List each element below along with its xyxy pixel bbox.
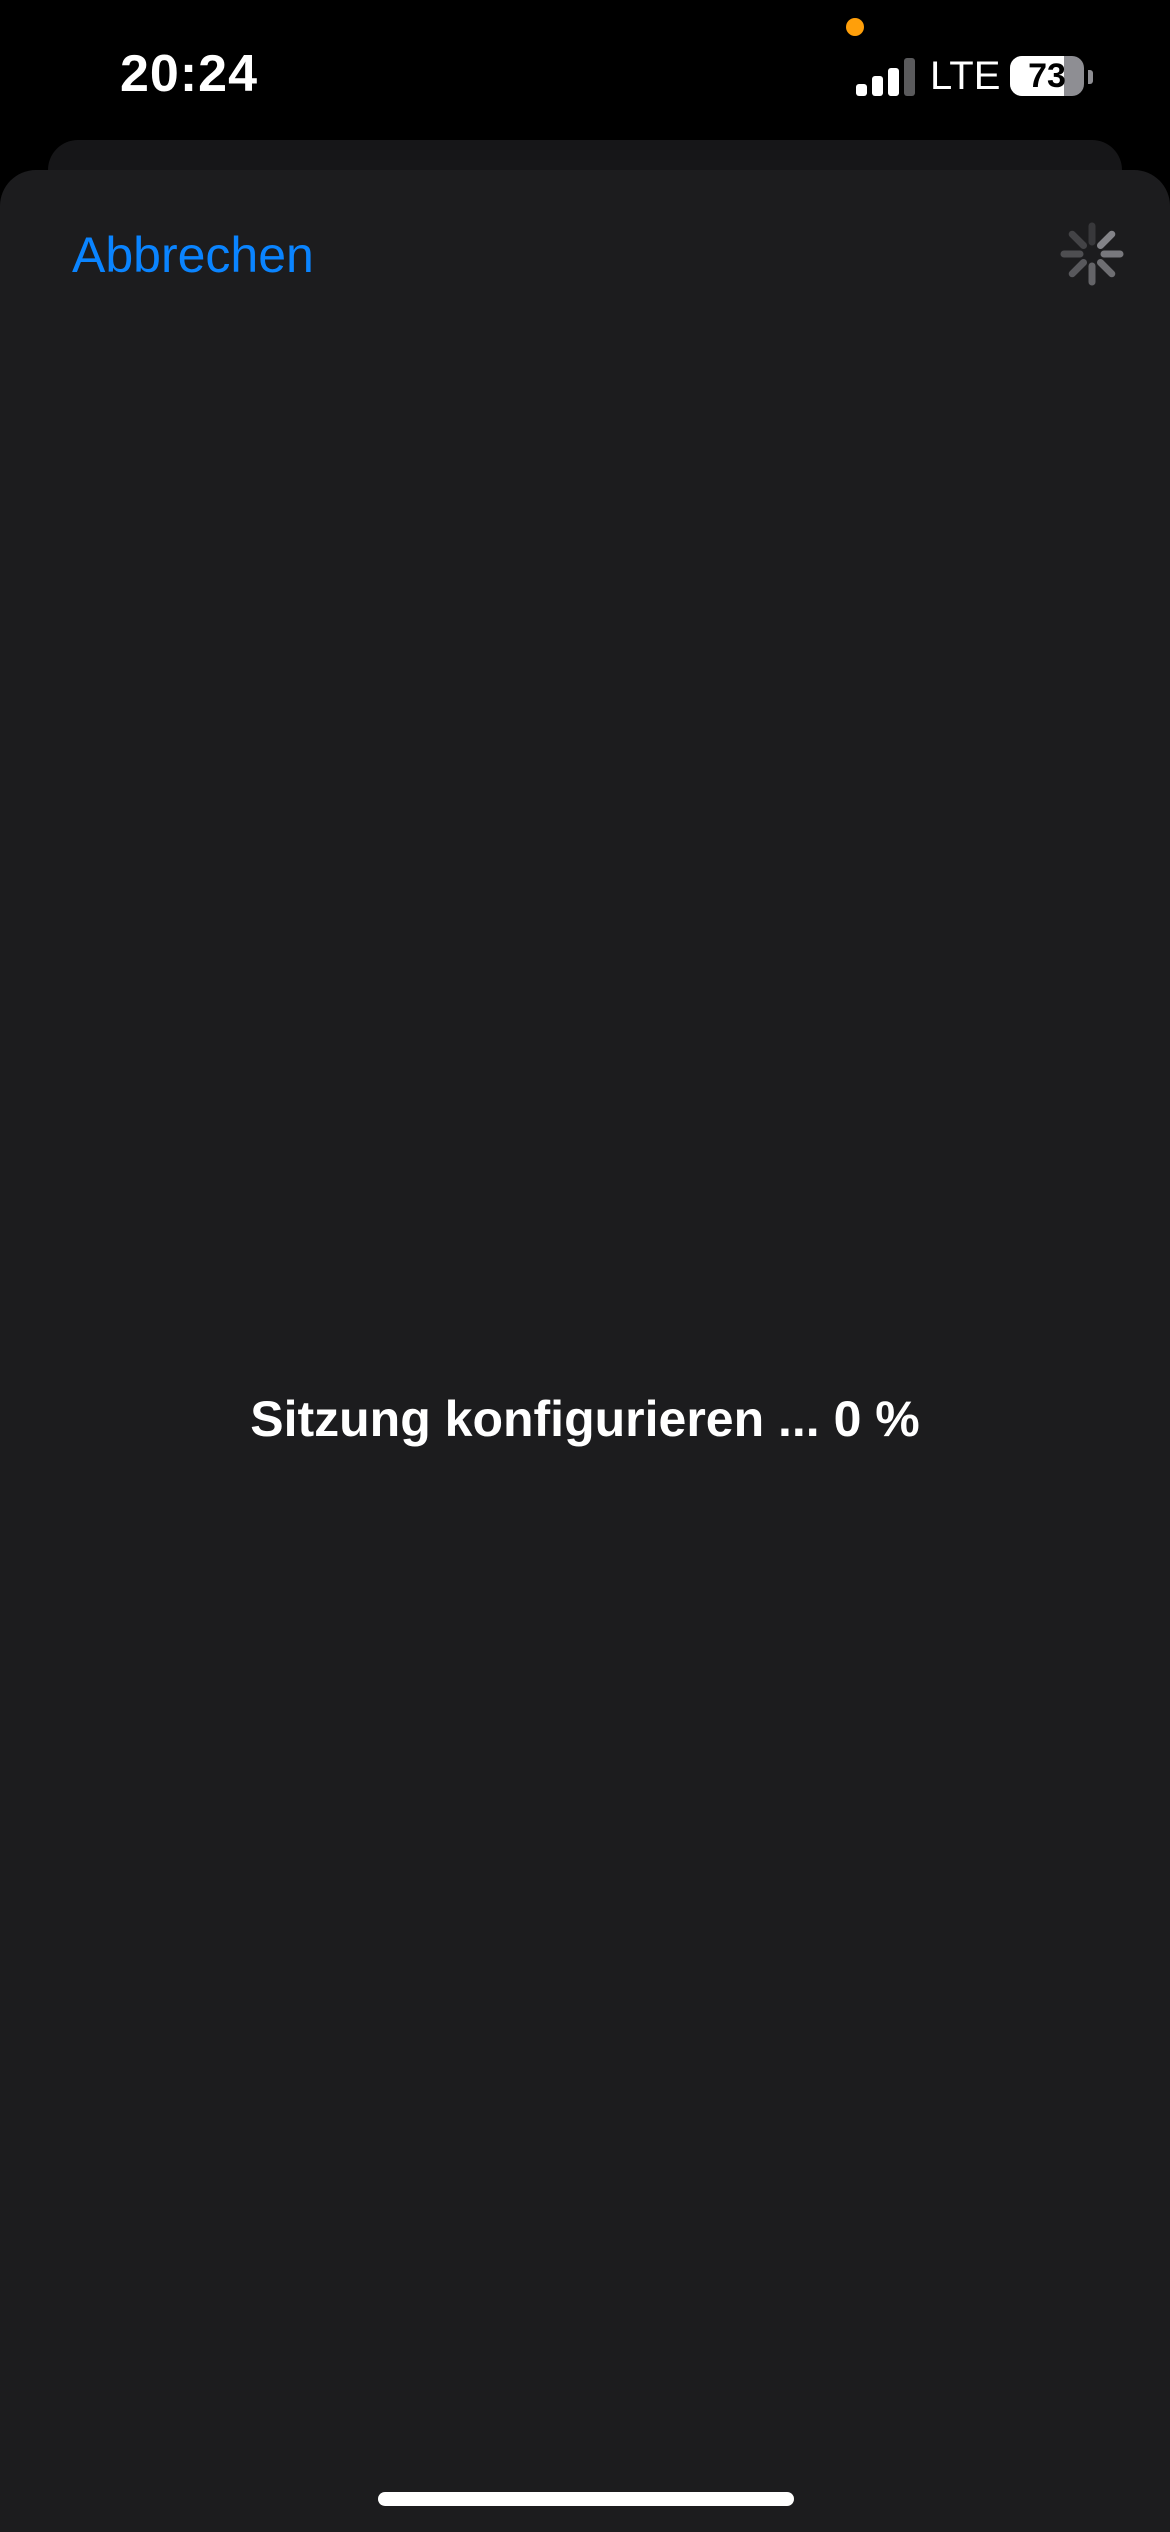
- battery-icon: 73: [1010, 56, 1084, 96]
- microphone-indicator-dot: [846, 18, 864, 36]
- status-bar: 20:24 LTE 73: [0, 0, 1170, 150]
- signal-bar: [888, 68, 899, 96]
- cellular-signal-icon: [856, 58, 916, 96]
- spinner-spoke: [1096, 258, 1116, 278]
- activity-spinner-icon: [1060, 222, 1124, 286]
- signal-bar: [904, 58, 915, 96]
- cancel-button[interactable]: Abbrechen: [72, 226, 314, 284]
- spinner-spoke: [1096, 230, 1116, 250]
- spinner-spoke: [1068, 258, 1088, 278]
- signal-bar: [872, 76, 883, 96]
- status-message: Sitzung konfigurieren ... 0 %: [250, 1391, 920, 1447]
- modal-sheet: Abbrechen Sitzung konfigurieren ... 0 %: [0, 170, 1170, 2532]
- battery-cap: [1088, 70, 1093, 84]
- battery-level: 73: [1028, 57, 1066, 95]
- spinner-spoke: [1068, 230, 1088, 250]
- screen: 20:24 LTE 73 Abbrechen Sitzung konfiguri…: [0, 0, 1170, 2532]
- home-indicator[interactable]: [378, 2492, 794, 2506]
- network-type-label: LTE: [930, 54, 1001, 98]
- signal-bar: [856, 84, 867, 96]
- status-time: 20:24: [120, 45, 258, 103]
